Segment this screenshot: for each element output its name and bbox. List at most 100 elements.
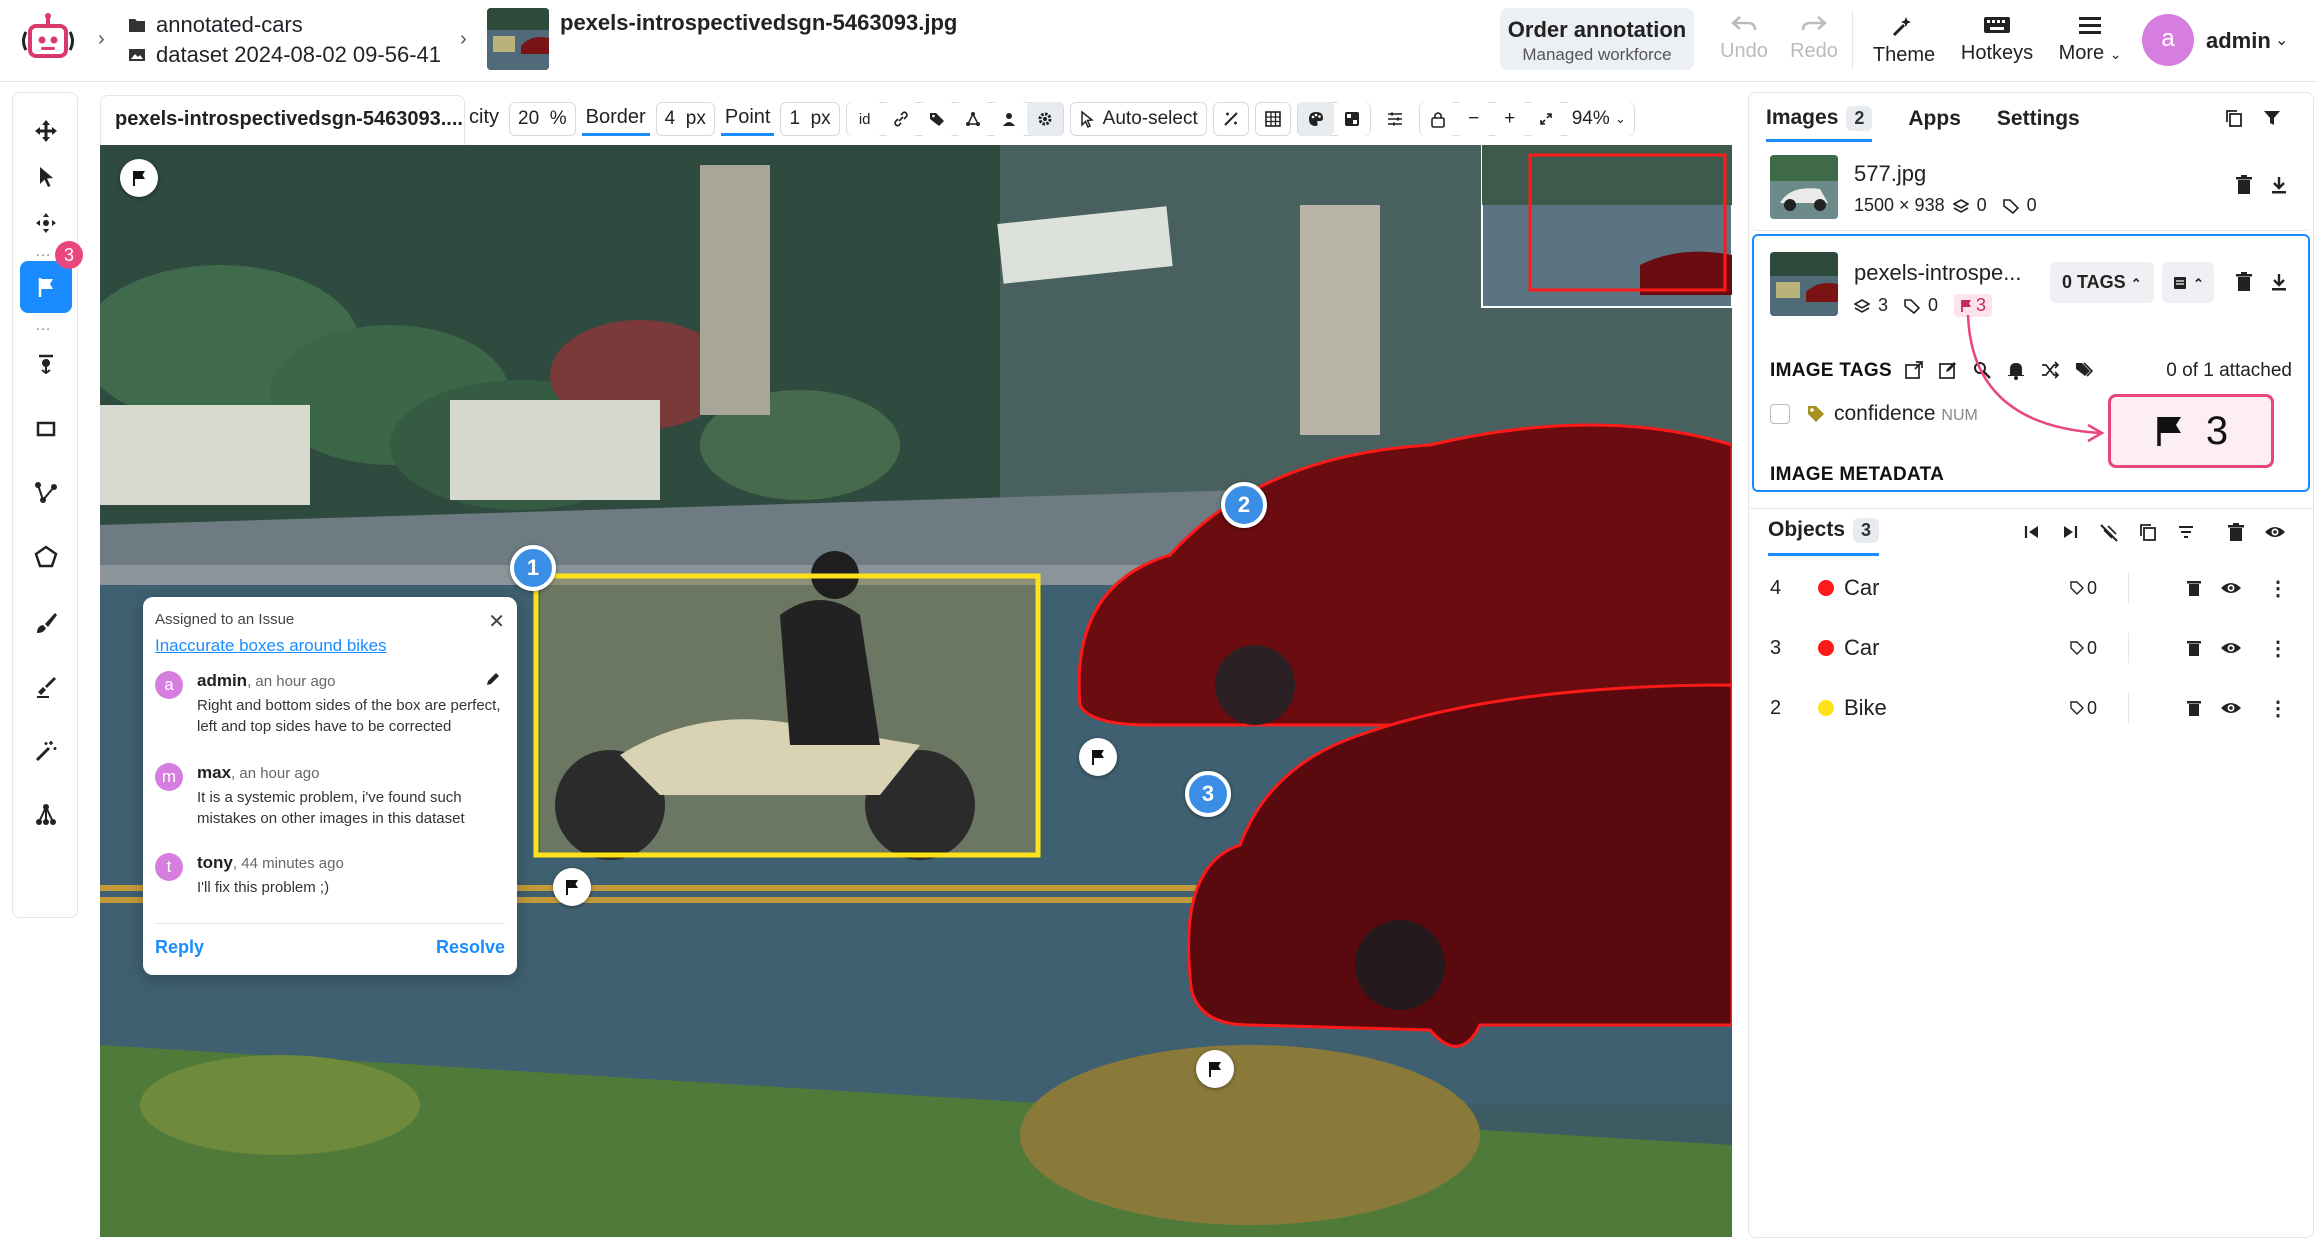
fit-screen-icon[interactable] [1527,102,1564,136]
brush-tool[interactable] [20,597,72,649]
link-icon[interactable] [882,102,919,136]
edit-icon[interactable] [1938,360,1958,380]
border-input[interactable]: 4 px [655,102,715,136]
issue-flag-pin[interactable] [1079,738,1117,776]
eye-icon[interactable] [2220,580,2242,596]
more-vertical-icon[interactable]: ⋮ [2268,696,2288,721]
zoom-in-button[interactable]: + [1491,102,1528,136]
issue-flag-pin[interactable] [120,159,158,197]
project-name[interactable]: annotated-cars [156,12,303,38]
object-tags[interactable]: 0 [2070,638,2097,659]
rectangle-tool[interactable] [20,403,72,455]
object-row[interactable]: 2 Bike 0 ⋮ [1752,678,2310,738]
sliders-icon[interactable] [1376,102,1413,136]
checker-icon[interactable] [1333,102,1370,136]
tab-apps[interactable]: Apps [1908,107,1961,131]
user-icon[interactable] [990,102,1027,136]
eraser-tool[interactable] [20,661,72,713]
chevron-right-icon: › [98,28,105,50]
zoom-out-button[interactable]: − [1455,102,1492,136]
resolve-button[interactable]: Resolve [436,937,505,958]
tab-objects[interactable]: Objects 3 [1768,518,1880,556]
object-row[interactable]: 4 Car 0 ⋮ [1752,558,2310,618]
dataset-name[interactable]: dataset 2024-08-02 09-56-41 [156,42,441,68]
object-marker-2[interactable]: 2 [1221,482,1267,528]
delete-icon[interactable] [2235,175,2253,195]
redo-button[interactable]: Redo [1786,14,1842,63]
select-tool[interactable] [20,151,72,203]
object-marker-3[interactable]: 3 [1185,771,1231,817]
move-icon [35,120,57,142]
delete-icon[interactable] [2186,699,2202,717]
metadata-toggle[interactable]: ⌃ [2162,262,2214,303]
user-name[interactable]: admin [2206,28,2271,54]
move-tool[interactable] [20,105,72,157]
tab-images[interactable]: Images 2 [1766,96,1873,142]
hide-icon[interactable] [2098,522,2120,544]
edit-icon[interactable] [485,671,501,687]
close-icon[interactable]: ✕ [488,609,505,634]
magic-wand-tool[interactable] [20,725,72,777]
chevron-down-icon[interactable]: ⌄ [2275,30,2288,50]
delete-icon[interactable] [2186,579,2202,597]
first-icon[interactable] [2022,522,2042,542]
image-list-item[interactable]: 577.jpg 1500 × 938 0 0 [1752,143,2310,231]
tag-checkbox[interactable] [1770,404,1790,424]
point-value: 1 [789,108,801,129]
object-marker-1[interactable]: 1 [510,545,556,591]
more-vertical-icon[interactable]: ⋮ [2268,636,2288,661]
eye-icon[interactable] [2220,700,2242,716]
more-vertical-icon[interactable]: ⋮ [2268,576,2288,601]
eye-icon[interactable] [2264,522,2286,542]
issues-tool[interactable] [20,261,72,313]
sort-icon[interactable] [2176,522,2196,542]
delete-icon[interactable] [2235,272,2253,292]
opacity-input[interactable]: 20 % [509,102,576,136]
canvas-tab[interactable]: pexels-introspectivedsgn-5463093.... [100,95,465,145]
undo-button[interactable]: Undo [1714,14,1774,63]
tab-settings[interactable]: Settings [1997,107,2080,131]
issue-title-link[interactable]: Inaccurate boxes around bikes [155,636,505,656]
theme-button[interactable]: Theme [1868,14,1940,67]
lock-icon[interactable] [1419,102,1456,136]
filter-icon[interactable] [2262,108,2282,128]
download-icon[interactable] [2270,272,2288,292]
point-tool[interactable] [20,337,72,389]
object-tags[interactable]: 0 [2070,698,2097,719]
auto-select-button[interactable]: Auto-select [1069,102,1207,136]
point-input[interactable]: 1 px [780,102,840,136]
palette-icon[interactable] [1297,102,1334,136]
last-icon[interactable] [2060,522,2080,542]
settings-icon[interactable] [1026,102,1063,136]
issue-flag-pin[interactable] [1196,1050,1234,1088]
tag-icon[interactable] [918,102,955,136]
id-toggle[interactable]: id [846,102,883,136]
magic-toggle-icon[interactable] [1212,102,1249,136]
delete-icon[interactable] [2186,639,2202,657]
more-menu-button[interactable]: More ⌄ [2052,14,2128,65]
object-id: 4 [1770,576,1782,599]
eye-icon[interactable] [2220,640,2242,656]
avatar[interactable]: a [2142,14,2194,66]
hotkeys-button[interactable]: Hotkeys [1956,14,2038,65]
zoom-select[interactable]: 94% ⌄ [1563,102,1634,136]
polyline-tool[interactable] [20,467,72,519]
object-tags[interactable]: 0 [2070,578,2097,599]
order-annotation-button[interactable]: Order annotation Managed workforce [1500,8,1694,70]
issue-flag-pin[interactable] [553,868,591,906]
polygon-tool[interactable] [20,531,72,583]
delete-icon[interactable] [2226,522,2246,542]
issues-badge[interactable]: 3 [1954,294,1993,317]
add-tag-icon[interactable] [1904,360,1924,380]
object-row[interactable]: 3 Car 0 ⋮ [1752,618,2310,678]
app-logo-icon[interactable] [18,12,78,68]
graph-tool[interactable] [20,789,72,841]
copy-icon[interactable] [2224,108,2244,128]
reply-button[interactable]: Reply [155,937,204,958]
grid-icon[interactable] [1254,102,1291,136]
tags-dropdown-button[interactable]: 0 TAGS ⌃ [2050,262,2154,303]
download-icon[interactable] [2270,175,2288,195]
copy-icon[interactable] [2138,522,2158,542]
graph-small-icon[interactable] [954,102,991,136]
breadcrumb[interactable]: annotated-cars dataset 2024-08-02 09-56-… [128,12,441,68]
